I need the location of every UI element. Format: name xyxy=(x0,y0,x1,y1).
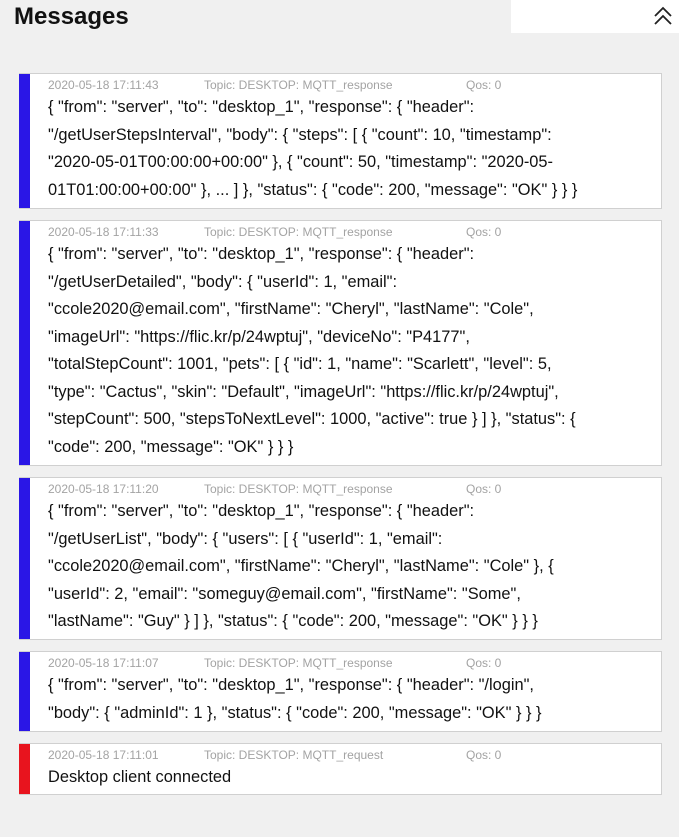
page-title: Messages xyxy=(14,3,129,30)
message-qos: Qos: 0 xyxy=(466,482,502,496)
message-timestamp: 2020-05-18 17:11:43 xyxy=(48,78,159,92)
message-type-bar xyxy=(19,652,30,731)
message-item: 2020-05-18 17:11:43 Topic: DESKTOP: MQTT… xyxy=(19,73,662,209)
message-body: { "from": "server", "to": "desktop_1", "… xyxy=(48,98,578,199)
message-meta: 2020-05-18 17:11:07 Topic: DESKTOP: MQTT… xyxy=(48,656,649,671)
message-body: { "from": "server", "to": "desktop_1", "… xyxy=(48,676,542,722)
message-type-bar xyxy=(19,478,30,639)
message-meta: 2020-05-18 17:11:43 Topic: DESKTOP: MQTT… xyxy=(48,78,649,93)
message-item: 2020-05-18 17:11:20 Topic: DESKTOP: MQTT… xyxy=(19,477,662,640)
message-topic: Topic: DESKTOP: MQTT_response xyxy=(204,656,393,670)
message-qos: Qos: 0 xyxy=(466,78,502,92)
message-topic: Topic: DESKTOP: MQTT_response xyxy=(204,225,393,239)
message-meta: 2020-05-18 17:11:01 Topic: DESKTOP: MQTT… xyxy=(48,748,649,763)
header: Messages xyxy=(0,0,679,40)
message-meta: 2020-05-18 17:11:33 Topic: DESKTOP: MQTT… xyxy=(48,225,649,240)
message-item: 2020-05-18 17:11:01 Topic: DESKTOP: MQTT… xyxy=(19,743,662,795)
message-body: { "from": "server", "to": "desktop_1", "… xyxy=(48,245,576,456)
message-timestamp: 2020-05-18 17:11:01 xyxy=(48,748,159,762)
collapse-panel xyxy=(511,0,679,33)
message-body: Desktop client connected xyxy=(48,768,232,786)
message-timestamp: 2020-05-18 17:11:20 xyxy=(48,482,159,496)
message-timestamp: 2020-05-18 17:11:33 xyxy=(48,225,159,239)
message-type-bar xyxy=(19,221,30,465)
message-list: 2020-05-18 17:11:43 Topic: DESKTOP: MQTT… xyxy=(19,73,662,806)
message-topic: Topic: DESKTOP: MQTT_request xyxy=(204,748,384,762)
message-type-bar xyxy=(19,744,30,794)
message-qos: Qos: 0 xyxy=(466,656,502,670)
message-topic: Topic: DESKTOP: MQTT_response xyxy=(204,482,393,496)
message-timestamp: 2020-05-18 17:11:07 xyxy=(48,656,159,670)
message-qos: Qos: 0 xyxy=(466,225,502,239)
double-chevron-up-icon[interactable] xyxy=(651,4,675,28)
message-item: 2020-05-18 17:11:33 Topic: DESKTOP: MQTT… xyxy=(19,220,662,466)
message-qos: Qos: 0 xyxy=(466,748,502,762)
message-topic: Topic: DESKTOP: MQTT_response xyxy=(204,78,393,92)
message-item: 2020-05-18 17:11:07 Topic: DESKTOP: MQTT… xyxy=(19,651,662,732)
message-body: { "from": "server", "to": "desktop_1", "… xyxy=(48,502,554,630)
message-meta: 2020-05-18 17:11:20 Topic: DESKTOP: MQTT… xyxy=(48,482,649,497)
message-type-bar xyxy=(19,74,30,208)
